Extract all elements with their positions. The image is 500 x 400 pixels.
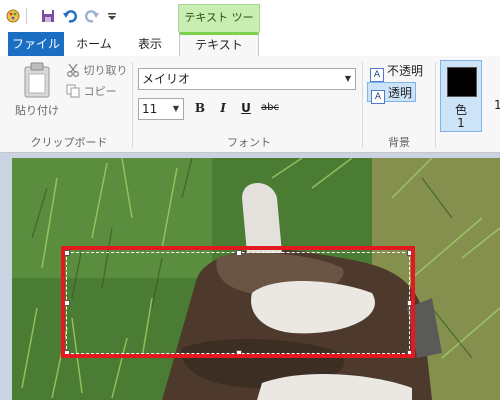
transparent-label: 透明 xyxy=(388,86,413,100)
color-swatch xyxy=(447,67,477,97)
font-family-value: メイリオ xyxy=(142,72,191,86)
text-tools-context-label: テキスト ツール xyxy=(178,4,260,50)
copy-label: コピー xyxy=(83,85,117,98)
group-separator xyxy=(132,62,133,148)
paste-button[interactable]: 貼り付け xyxy=(14,62,60,120)
paste-label: 貼り付け xyxy=(15,104,59,117)
ribbon: 貼り付け 切り取り コピー クリップボード メイリオ ▼ 11 ▼ B I U … xyxy=(0,56,500,153)
redo-icon[interactable] xyxy=(85,9,99,23)
tab-file[interactable]: ファイル xyxy=(8,32,64,56)
paste-icon xyxy=(24,62,50,98)
clipboard-group-label: クリップボード xyxy=(30,136,108,149)
tab-text[interactable]: テキスト xyxy=(179,32,259,58)
group-separator xyxy=(435,62,436,148)
copy-icon xyxy=(66,84,80,98)
underline-button[interactable]: U xyxy=(237,99,255,117)
undo-icon[interactable] xyxy=(63,9,77,23)
scissors-icon xyxy=(67,63,79,77)
paint-app-icon[interactable] xyxy=(6,9,20,23)
title-bar: テキスト ツール xyxy=(0,0,500,50)
italic-button[interactable]: I xyxy=(214,99,232,117)
font-size-select[interactable]: 11 ▼ xyxy=(138,98,184,120)
transparent-icon: A xyxy=(371,90,385,104)
ribbon-tab-row: ファイル ホーム 表示 テキスト xyxy=(0,32,500,58)
font-group-label: フォント xyxy=(227,136,271,149)
qat-separator xyxy=(26,8,27,24)
save-icon[interactable] xyxy=(41,9,55,23)
strikethrough-button[interactable]: abc xyxy=(259,99,281,117)
opaque-label: 不透明 xyxy=(387,64,424,78)
color-number: 1 xyxy=(457,116,465,130)
cut-label: 切り取り xyxy=(83,64,128,77)
font-size-value: 11 xyxy=(142,102,158,116)
bold-button[interactable]: B xyxy=(191,99,209,117)
chevron-down-icon: ▼ xyxy=(172,104,179,113)
color-1-button[interactable]: 色 1 xyxy=(440,60,482,132)
copy-button[interactable]: コピー xyxy=(66,83,117,101)
tab-home[interactable]: ホーム xyxy=(66,32,122,56)
background-group-label: 背景 xyxy=(388,136,410,149)
color-2-label[interactable]: 1 xyxy=(494,98,500,112)
font-family-select[interactable]: メイリオ ▼ xyxy=(138,68,356,90)
opaque-icon: A xyxy=(370,68,384,82)
cut-button[interactable]: 切り取り xyxy=(66,62,128,80)
transparent-option[interactable]: A 透明 xyxy=(367,82,417,104)
highlight-annotation-box xyxy=(61,246,415,358)
group-separator xyxy=(362,62,363,148)
chevron-down-icon: ▼ xyxy=(344,74,351,83)
tab-view[interactable]: 表示 xyxy=(122,32,178,56)
opaque-option[interactable]: A 不透明 xyxy=(367,61,426,82)
customize-dropdown-icon[interactable] xyxy=(105,9,119,23)
